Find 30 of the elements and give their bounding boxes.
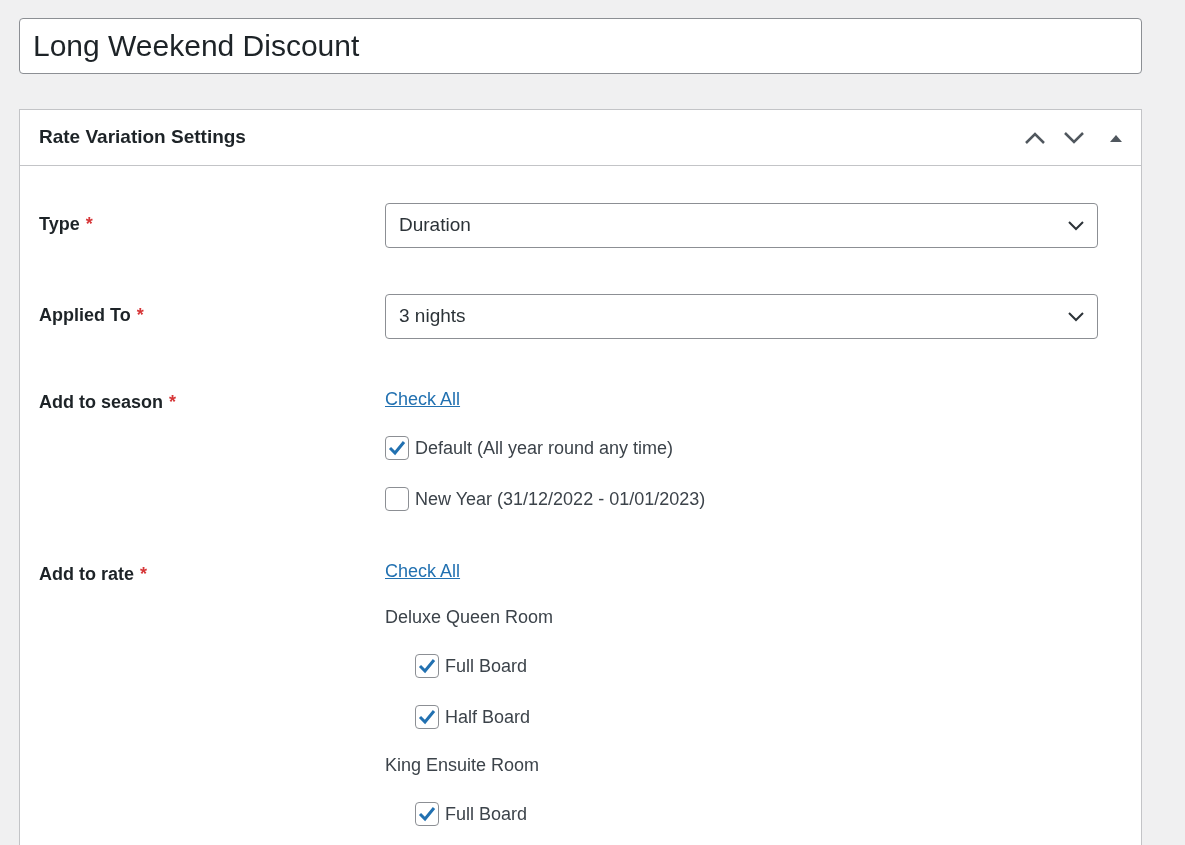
field-label: Type — [39, 213, 80, 236]
move-up-icon[interactable] — [1024, 130, 1046, 145]
field-label: Add to rate — [39, 563, 134, 586]
checkbox-label: Full Board — [445, 654, 528, 678]
group-heading: King Ensuite Room — [385, 755, 541, 775]
checkbox-label: Default (All year round any time) — [415, 436, 674, 460]
checkbox[interactable] — [385, 436, 409, 460]
checkbox-label: Full Board — [445, 802, 528, 826]
panel-title: Rate Variation Settings — [39, 125, 247, 150]
dropdown[interactable]: 3 nights — [385, 294, 1098, 339]
field-label: Add to season — [39, 391, 163, 414]
checkbox-label: Half Board — [445, 705, 531, 729]
required-mark: * — [136, 304, 144, 327]
checkbox-label: New Year (31/12/2022 - 01/01/2023) — [415, 487, 706, 511]
chevron-down-icon — [1068, 311, 1084, 322]
required-mark: * — [140, 563, 148, 586]
checkbox[interactable] — [415, 705, 439, 729]
chevron-down-icon — [1068, 220, 1084, 231]
checkbox[interactable] — [415, 802, 439, 826]
required-mark: * — [85, 213, 93, 236]
check-all-link[interactable]: Check All — [385, 561, 461, 581]
field-label: Applied To — [39, 304, 131, 327]
title-field[interactable]: Long Weekend Discount — [19, 18, 1142, 74]
dropdown[interactable]: Duration — [385, 203, 1098, 248]
check-all-link[interactable]: Check All — [385, 389, 461, 409]
checkbox[interactable] — [415, 654, 439, 678]
group-heading: Deluxe Queen Room — [385, 607, 554, 627]
move-down-icon[interactable] — [1063, 130, 1085, 145]
required-mark: * — [169, 391, 177, 414]
checkbox[interactable] — [385, 487, 409, 511]
